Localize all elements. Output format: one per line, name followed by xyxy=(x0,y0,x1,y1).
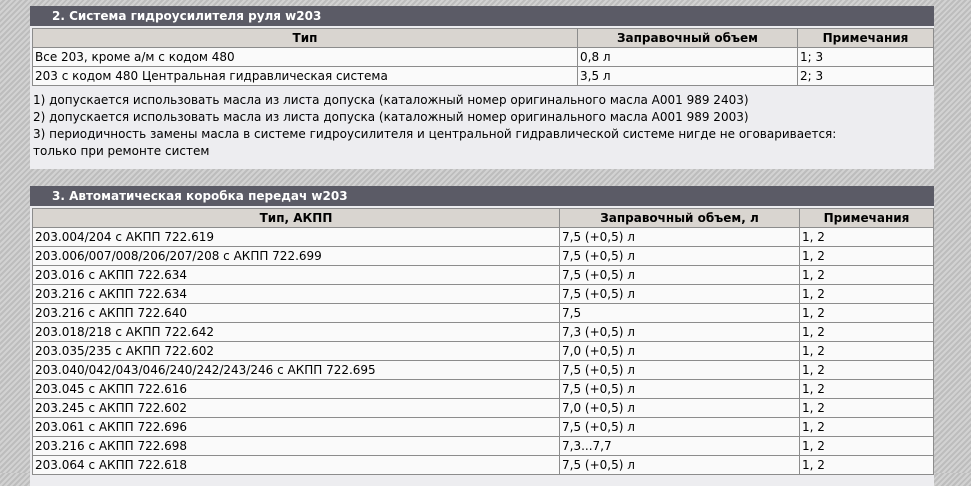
table-header-row: Тип, АКПП Заправочный объем, л Примечани… xyxy=(32,208,934,228)
cell-capacity: 7,5 (+0,5) л xyxy=(559,360,800,380)
automatic-transmission-table: Тип, АКПП Заправочный объем, л Примечани… xyxy=(32,208,934,475)
cell-type: 203.064 с АКПП 722.618 xyxy=(32,455,560,475)
table-row: 203.004/204 с АКПП 722.619 7,5 (+0,5) л 1,… xyxy=(32,227,934,247)
cell-capacity: 7,5 (+0,5) л xyxy=(559,379,800,399)
cell-capacity: 7,0 (+0,5) л xyxy=(559,341,800,361)
cell-capacity: 7,5 (+0,5) л xyxy=(559,227,800,247)
cell-type: 203.004/204 с АКПП 722.619 xyxy=(32,227,560,247)
cell-type: 203 с кодом 480 Центральная гидравлическ… xyxy=(32,66,578,86)
cell-type: 203.045 с АКПП 722.616 xyxy=(32,379,560,399)
cell-notes: 1, 2 xyxy=(799,417,934,437)
table-row: 203 с кодом 480 Центральная гидравлическ… xyxy=(32,66,934,86)
table-row: Все 203, кроме а/м с кодом 480 0,8 л 1; 3 xyxy=(32,47,934,67)
cell-type: 203.216 с АКПП 722.698 xyxy=(32,436,560,456)
column-header-type: Тип, АКПП xyxy=(32,208,560,228)
cell-type: 203.245 с АКПП 722.602 xyxy=(32,398,560,418)
cell-notes: 1, 2 xyxy=(799,322,934,342)
cell-capacity: 7,0 (+0,5) л xyxy=(559,398,800,418)
cell-notes: 1; 3 xyxy=(797,47,934,67)
cell-capacity: 7,3 (+0,5) л xyxy=(559,322,800,342)
cell-notes: 1, 2 xyxy=(799,227,934,247)
cell-capacity: 7,3...7,7 xyxy=(559,436,800,456)
column-header-capacity: Заправочный объем, л xyxy=(559,208,800,228)
cell-capacity: 7,5 (+0,5) л xyxy=(559,417,800,437)
table-row: 203.016 с АКПП 722.634 7,5 (+0,5) л 1, 2 xyxy=(32,265,934,285)
cell-capacity: 7,5 (+0,5) л xyxy=(559,265,800,285)
cell-notes: 1, 2 xyxy=(799,303,934,323)
cell-type: 203.006/007/008/206/207/208 с АКПП 722.6… xyxy=(32,246,560,266)
cell-notes: 1, 2 xyxy=(799,284,934,304)
table-row: 203.216 с АКПП 722.640 7,5 1, 2 xyxy=(32,303,934,323)
column-header-notes: Примечания xyxy=(799,208,934,228)
table-row: 203.040/042/043/046/240/242/243/246 с АК… xyxy=(32,360,934,380)
table-row: 203.216 с АКПП 722.698 7,3...7,7 1, 2 xyxy=(32,436,934,456)
table-row: 203.045 с АКПП 722.616 7,5 (+0,5) л 1, 2 xyxy=(32,379,934,399)
section-automatic-transmission: 3. Автоматическая коробка передач w203 Т… xyxy=(30,186,934,486)
cell-capacity: 7,5 (+0,5) л xyxy=(559,284,800,304)
table-header-row: Тип Заправочный объем Примечания xyxy=(32,28,934,48)
column-header-type: Тип xyxy=(32,28,578,48)
cell-capacity: 7,5 (+0,5) л xyxy=(559,455,800,475)
section-title: 3. Автоматическая коробка передач w203 xyxy=(30,186,934,206)
cell-notes: 1, 2 xyxy=(799,398,934,418)
cell-type: 203.216 с АКПП 722.640 xyxy=(32,303,560,323)
table-row: 203.018/218 с АКПП 722.642 7,3 (+0,5) л 1,… xyxy=(32,322,934,342)
cell-type: 203.040/042/043/046/240/242/243/246 с АК… xyxy=(32,360,560,380)
table-row: 203.061 с АКПП 722.696 7,5 (+0,5) л 1, 2 xyxy=(32,417,934,437)
table-row: 203.216 с АКПП 722.634 7,5 (+0,5) л 1, 2 xyxy=(32,284,934,304)
table-row: 203.035/235 с АКПП 722.602 7,0 (+0,5) л 1,… xyxy=(32,341,934,361)
power-steering-table: Тип Заправочный объем Примечания Все 203… xyxy=(32,28,934,86)
table-row: 203.064 с АКПП 722.618 7,5 (+0,5) л 1, 2 xyxy=(32,455,934,475)
cell-notes: 1, 2 xyxy=(799,341,934,361)
footnote: 1) допускается использовать масла из лис… xyxy=(33,93,749,107)
cell-type: Все 203, кроме а/м с кодом 480 xyxy=(32,47,578,67)
cell-capacity: 7,5 (+0,5) л xyxy=(559,246,800,266)
section-title: 2. Система гидроусилителя руля w203 xyxy=(30,6,934,26)
cell-capacity: 3,5 л xyxy=(577,66,798,86)
cell-type: 203.016 с АКПП 722.634 xyxy=(32,265,560,285)
cell-type: 203.216 с АКПП 722.634 xyxy=(32,284,560,304)
cell-capacity: 0,8 л xyxy=(577,47,798,67)
cell-notes: 1, 2 xyxy=(799,265,934,285)
cell-capacity: 7,5 xyxy=(559,303,800,323)
cell-notes: 1, 2 xyxy=(799,436,934,456)
footnote: 2) допускается использовать масла из лис… xyxy=(33,110,749,124)
cell-notes: 1, 2 xyxy=(799,246,934,266)
footnote: только при ремонте систем xyxy=(33,144,210,158)
column-header-capacity: Заправочный объем xyxy=(577,28,798,48)
cell-notes: 1, 2 xyxy=(799,455,934,475)
section-power-steering: 2. Система гидроусилителя руля w203 Тип … xyxy=(30,6,934,169)
table-row: 203.006/007/008/206/207/208 с АКПП 722.6… xyxy=(32,246,934,266)
cell-type: 203.018/218 с АКПП 722.642 xyxy=(32,322,560,342)
cell-notes: 1, 2 xyxy=(799,379,934,399)
table-row: 203.245 с АКПП 722.602 7,0 (+0,5) л 1, 2 xyxy=(32,398,934,418)
cell-notes: 1, 2 xyxy=(799,360,934,380)
cell-type: 203.061 с АКПП 722.696 xyxy=(32,417,560,437)
footnotes: 1) допускается использовать масла из лис… xyxy=(30,86,934,160)
column-header-notes: Примечания xyxy=(797,28,934,48)
cell-notes: 2; 3 xyxy=(797,66,934,86)
cell-type: 203.035/235 с АКПП 722.602 xyxy=(32,341,560,361)
footnote: 3) периодичность замены масла в системе … xyxy=(33,127,837,141)
